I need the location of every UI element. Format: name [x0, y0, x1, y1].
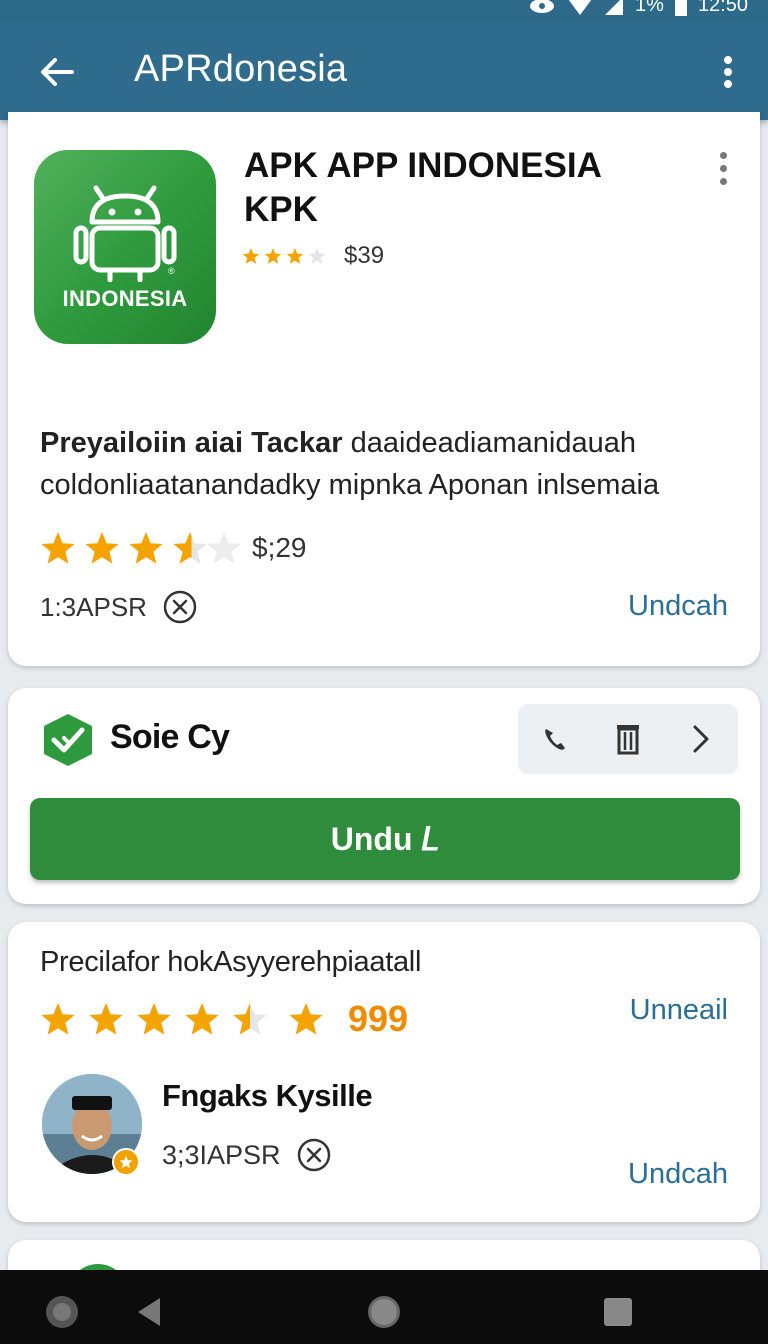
brand-logo-icon	[44, 714, 92, 766]
reviewer-name: Fngaks Kysille	[162, 1078, 373, 1113]
notification-icon	[527, 0, 557, 17]
close-circle-icon[interactable]	[163, 590, 197, 624]
big-rating: $;29	[40, 528, 307, 568]
app-description: Preyailoiin aiai Tackar daaideadiamanida…	[40, 427, 660, 501]
battery-percent: 1%	[635, 0, 664, 16]
rating-count: 999	[348, 998, 409, 1039]
app-icon[interactable]: ® INDONESIA	[34, 150, 216, 344]
system-nav-bar	[0, 1270, 768, 1344]
rating-stars	[41, 532, 241, 564]
assistant-icon[interactable]	[44, 1294, 80, 1330]
small-price: $39	[344, 242, 385, 269]
nav-home-icon[interactable]	[366, 1294, 402, 1330]
overflow-menu-icon[interactable]	[716, 54, 740, 90]
brand-name: Soie Cy	[110, 718, 230, 756]
battery-icon	[674, 0, 688, 17]
app-name[interactable]: APK APP INDONESIA KPK	[244, 144, 644, 232]
app-listing-card: ® INDONESIA APK APP INDONESIA KPK $39 Pr…	[8, 112, 760, 666]
card-more-icon[interactable]	[718, 150, 730, 186]
chevron-right-icon[interactable]	[681, 719, 721, 759]
rating-stars	[41, 1003, 323, 1035]
review-card: Precilafor hokAsyyerehpiaatall 999 Unnea…	[8, 922, 760, 1222]
reviewer-meta: 3;3IAPSR	[162, 1138, 331, 1172]
review-link-top[interactable]: Unneail	[630, 994, 728, 1027]
wifi-icon	[567, 0, 593, 17]
android-robot-icon: ®	[73, 185, 177, 282]
phone-icon[interactable]	[535, 719, 575, 759]
rating-stars	[242, 248, 326, 264]
app-icon-label: INDONESIA	[62, 286, 188, 311]
big-price: $;29	[252, 532, 307, 563]
signal-icon	[603, 0, 625, 17]
svg-text:®: ®	[168, 266, 175, 276]
download-link[interactable]: Undcah	[628, 590, 728, 623]
small-rating: $39	[242, 242, 384, 270]
install-button[interactable]: Undu 𝘓	[30, 798, 740, 880]
review-link-bottom[interactable]: Undcah	[628, 1158, 728, 1191]
review-rating: 999	[40, 998, 408, 1040]
nav-recents-icon[interactable]	[600, 1294, 636, 1330]
page-title: APRdonesia	[134, 48, 348, 90]
status-bar: 1% 12:50	[0, 0, 768, 20]
clock: 12:50	[697, 0, 748, 16]
back-arrow-icon[interactable]	[36, 52, 76, 92]
review-title: Precilafor hokAsyyerehpiaatall	[40, 946, 422, 978]
app-bar: APRdonesia	[0, 20, 768, 120]
badge-star-icon	[112, 1148, 140, 1176]
install-card: Soie Cy Undu 𝘓	[8, 688, 760, 904]
nav-back-icon[interactable]	[132, 1294, 168, 1330]
close-circle-icon[interactable]	[297, 1138, 331, 1172]
action-toolbar	[518, 704, 738, 774]
app-meta: 1:3APSR	[40, 590, 197, 624]
trash-icon[interactable]	[608, 719, 648, 759]
